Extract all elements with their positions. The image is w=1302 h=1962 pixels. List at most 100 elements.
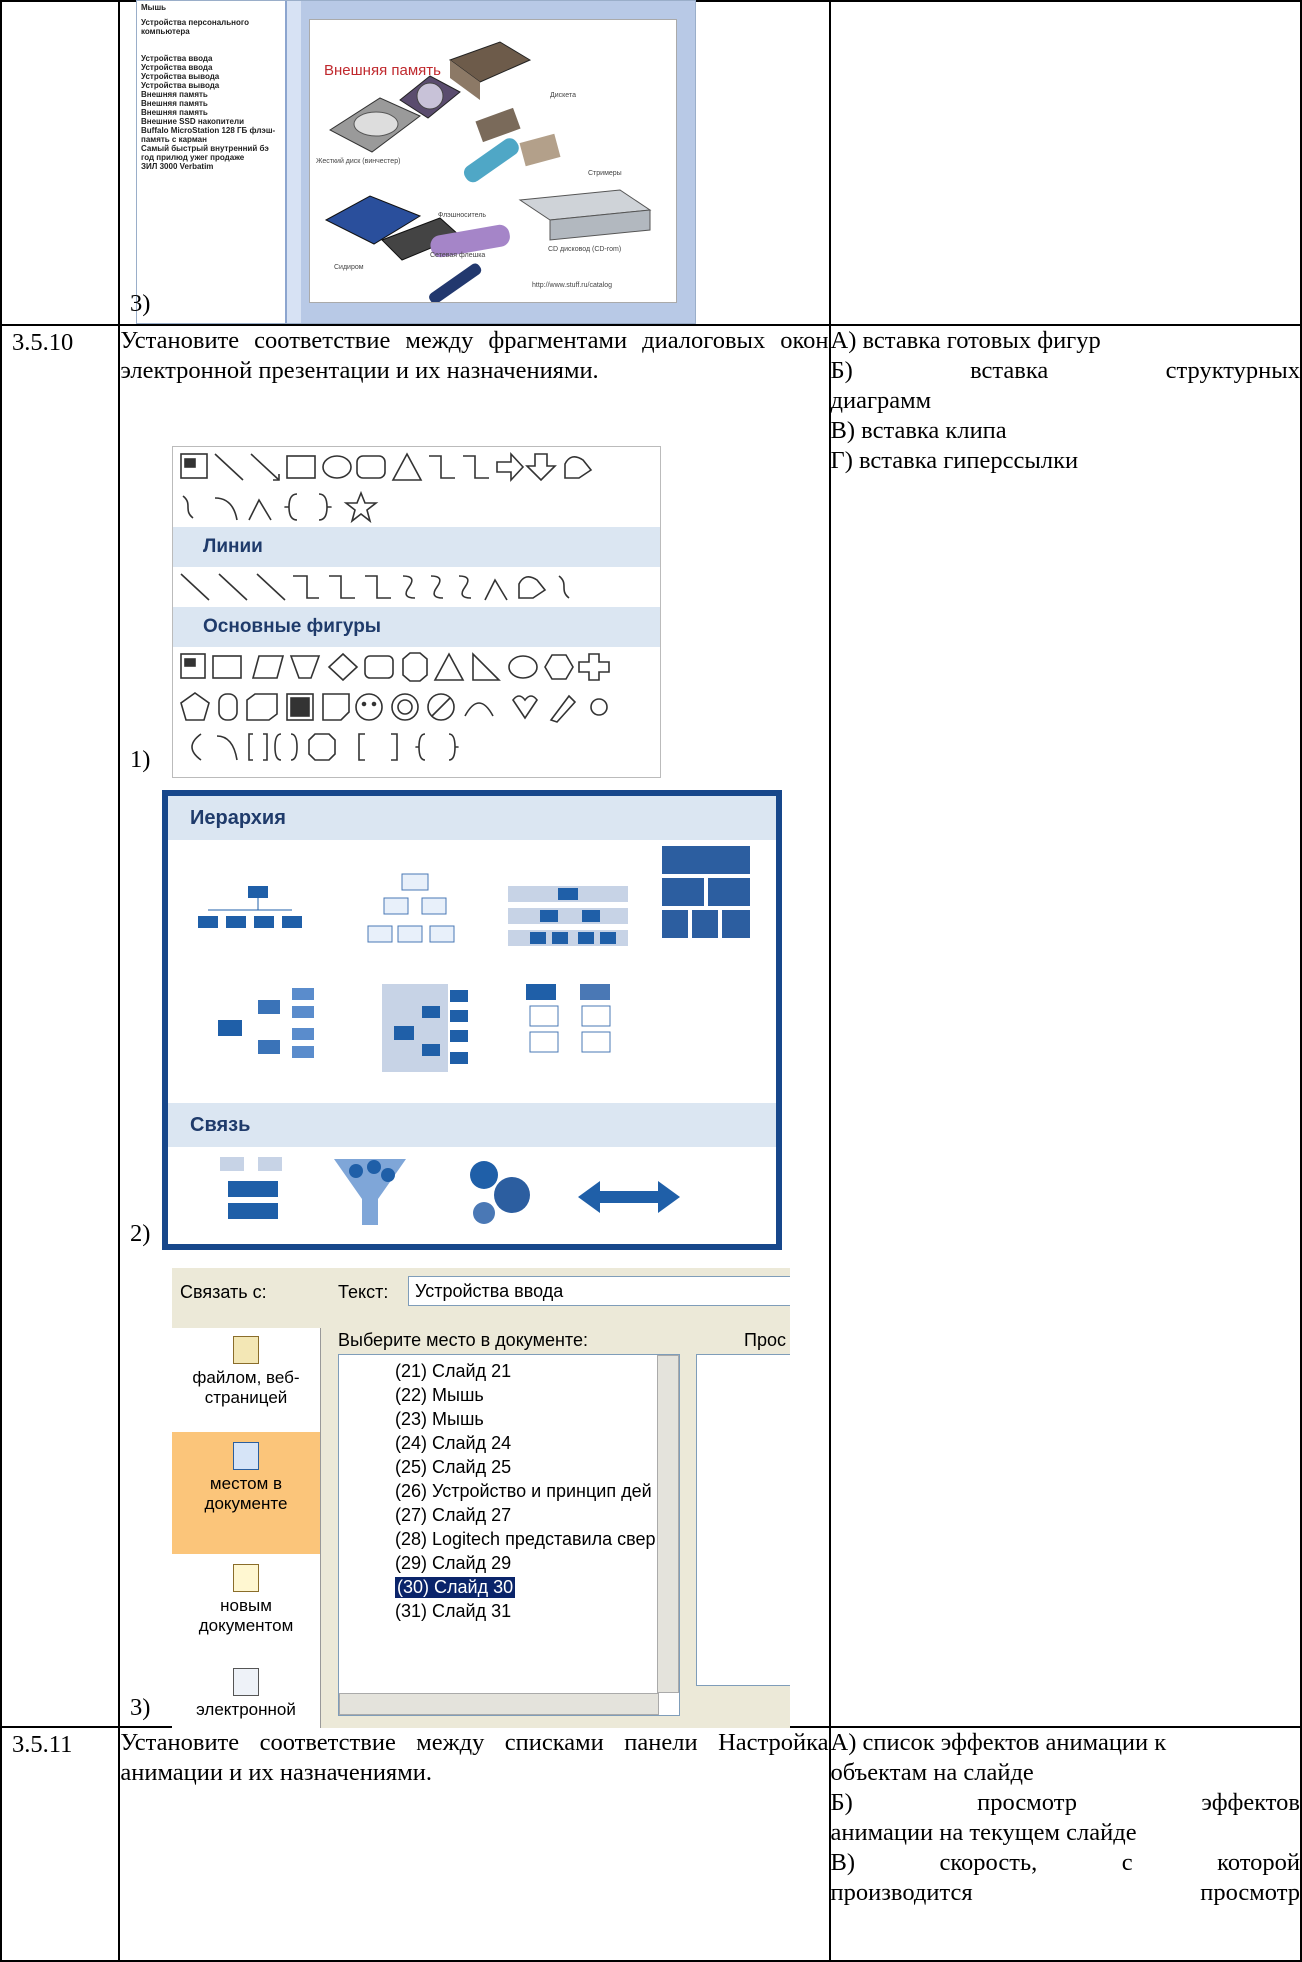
- horizontal-scrollbar[interactable]: [339, 1693, 659, 1715]
- slide-canvas: Внешняя память Жесткий диск (винчестер) …: [309, 19, 677, 303]
- answer-c: В) вставка клипа: [830, 417, 1007, 444]
- shapes-icons: [182, 490, 379, 524]
- sidebar-item-label: новым: [220, 1596, 272, 1615]
- shapes-row: [173, 447, 660, 487]
- outline-item: Устройства персонального компьютера: [141, 18, 249, 36]
- sidebar-item-label: страницей: [204, 1388, 288, 1407]
- org-chart-thumb: [198, 886, 302, 928]
- outline-item: Устройства вывода: [141, 72, 220, 81]
- outline-item: Внешняя память: [141, 99, 208, 108]
- shapes-row: [173, 567, 660, 607]
- hierarchy-thumb: [367, 873, 455, 943]
- text-field[interactable]: Устройства ввода: [408, 1276, 790, 1306]
- answer-b-line1: Б) вставка структурных: [830, 357, 1300, 384]
- table-hierarchy-thumb: [662, 846, 750, 938]
- basic-shapes-icons: [180, 692, 608, 723]
- usb-stick-image: [463, 138, 519, 183]
- item-marker: 2): [130, 1220, 151, 1247]
- smartart-gallery: Иерархия Связь: [162, 790, 782, 1250]
- table-row: 3.5.11 Установите соответствие между спи…: [0, 1726, 1302, 1962]
- slide-caption: Стримеры: [588, 170, 622, 177]
- floppy-drive-image: [448, 41, 532, 100]
- vertical-scrollbar[interactable]: [657, 1355, 679, 1693]
- outline-item: Мышь: [141, 3, 167, 12]
- horizontal-labeled-thumb: [382, 984, 468, 1072]
- hierarchy-list-thumb: [526, 984, 611, 1053]
- outline-item: Устройства вывода: [141, 81, 220, 90]
- tree-item-selected[interactable]: (30) Слайд 30: [395, 1577, 516, 1598]
- ruler: [287, 1, 301, 323]
- usb-lanyard-image: [429, 263, 482, 302]
- slide-caption: Флэшноситель: [438, 212, 487, 219]
- arrows-thumb: [578, 1181, 680, 1213]
- preview-label: Прос: [744, 1330, 786, 1350]
- tree-item[interactable]: (25) Слайд 25: [395, 1457, 511, 1478]
- text-label: Текст:: [338, 1282, 389, 1302]
- sidebar-item-place[interactable]: местом в документе: [172, 1432, 320, 1554]
- basic-shapes-icons: [180, 652, 610, 682]
- outline-item: Внешняя память: [141, 90, 208, 99]
- horizontal-hierarchy-thumb: [218, 988, 314, 1058]
- answer-c-line1: В) скорость, с которой: [830, 1849, 1300, 1876]
- sidebar-item-email[interactable]: электронной: [172, 1668, 320, 1720]
- link-to-label: Связать с:: [180, 1282, 267, 1302]
- sidebar-item-label: файлом, веб-: [192, 1368, 300, 1387]
- preview-pane: [696, 1354, 790, 1686]
- answer-c-line2: производится просмотр: [830, 1879, 1300, 1906]
- sidebar-item-file[interactable]: файлом, веб- страницей: [172, 1336, 320, 1408]
- sidebar-item-label: электронной: [196, 1700, 296, 1719]
- lines-icons: [180, 573, 570, 601]
- tree-item[interactable]: (27) Слайд 27: [395, 1505, 511, 1526]
- tree-item[interactable]: (22) Мышь: [395, 1385, 484, 1406]
- document-page: 3.5.10 Установите соответствие между фра…: [0, 0, 1302, 1962]
- hierarchy-header: Иерархия: [168, 796, 776, 840]
- hyperlink-dialog: Связать с: Текст: Устройства ввода Выбер…: [172, 1268, 790, 1728]
- tree-item[interactable]: (23) Мышь: [395, 1409, 484, 1430]
- relation-header: Связь: [168, 1103, 776, 1147]
- place-label: Выберите место в документе:: [338, 1330, 588, 1350]
- labeled-hierarchy-thumb: [508, 886, 628, 946]
- lines-header: Линии: [173, 527, 660, 567]
- answer-d: Г) вставка гиперссылки: [830, 447, 1079, 474]
- answer-b-line1: Б) просмотр эффектов: [830, 1789, 1300, 1816]
- sidebar-item-label: документе: [204, 1494, 288, 1513]
- number-cell: [0, 0, 121, 326]
- hierarchy-layouts: [198, 846, 750, 1072]
- tree-item[interactable]: (24) Слайд 24: [395, 1433, 511, 1454]
- answers-cell: [828, 0, 1302, 326]
- answer-b-line2: диаграмм: [830, 387, 932, 414]
- slide-caption: Сидиром: [334, 264, 364, 271]
- task-number: 3.5.11: [0, 1726, 121, 1962]
- brackets-icons: [191, 733, 459, 761]
- slide-caption: Дискета: [550, 92, 576, 99]
- sidebar-item-label: местом в: [209, 1474, 283, 1493]
- gears-thumb: [470, 1161, 530, 1224]
- task-number: 3.5.10: [0, 324, 121, 1728]
- slide-caption: Сетевая флешка: [430, 252, 486, 259]
- shapes-row: [173, 727, 660, 767]
- tree-item[interactable]: (28) Logitech представила свер: [395, 1529, 656, 1550]
- slide-caption: Жесткий диск (винчестер): [316, 158, 401, 165]
- slide-caption: http://www.stuff.ru/catalog: [532, 282, 613, 289]
- outline-item: Внешние SSD накопители: [141, 117, 245, 126]
- shapes-gallery: Линии Основные фигуры: [172, 446, 661, 778]
- answers-cell: А) список эффектов анимации к объектам н…: [828, 1726, 1302, 1962]
- shapes-row: [173, 647, 660, 687]
- new-document-icon: [233, 1564, 259, 1592]
- tree-item[interactable]: (26) Устройство и принцип дей: [395, 1481, 652, 1502]
- document-place-tree[interactable]: (21) Слайд 21 (22) Мышь (23) Мышь (24) С…: [338, 1354, 680, 1716]
- smartart-gallery-inner: Иерархия Связь: [168, 796, 776, 1244]
- answer-b-line2: анимации на текущем слайде: [830, 1819, 1137, 1846]
- relation-thumb: [220, 1157, 282, 1219]
- outline-item: ЗИЛ 3000 Verbatim: [141, 162, 214, 171]
- relation-layouts: [220, 1157, 680, 1225]
- tree-item[interactable]: (31) Слайд 31: [395, 1601, 511, 1622]
- slide-caption: CD дисковод (CD-rom): [548, 246, 622, 253]
- sidebar-item-new-doc[interactable]: новым документом: [172, 1564, 320, 1636]
- shapes-row: [173, 487, 660, 527]
- outline-item: Buffalo MicroStation 128 ГБ флэш-память …: [141, 126, 276, 144]
- item-marker: 1): [130, 746, 151, 773]
- tree-item[interactable]: (29) Слайд 29: [395, 1553, 511, 1574]
- outline-item: Устройства ввода: [141, 63, 213, 72]
- tree-item[interactable]: (21) Слайд 21: [395, 1361, 511, 1382]
